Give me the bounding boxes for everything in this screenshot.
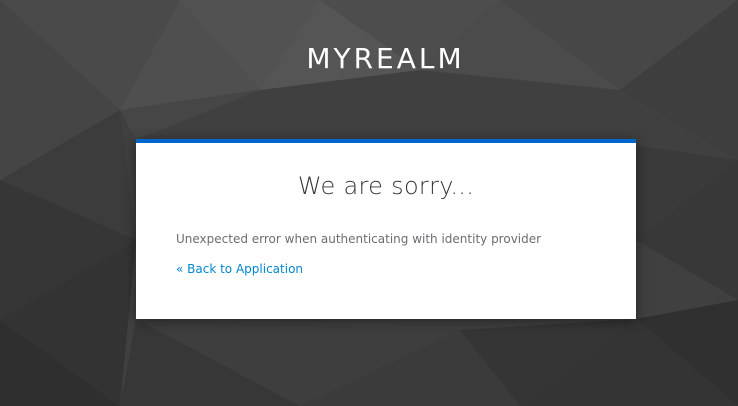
error-message: Unexpected error when authenticating wit… [176,232,542,246]
page-title: We are sorry... [297,172,475,200]
error-card: We are sorry... Unexpected error when au… [136,139,636,319]
back-to-application-link[interactable]: « Back to Application [176,262,303,276]
realm-title: MYREALM [306,42,465,75]
